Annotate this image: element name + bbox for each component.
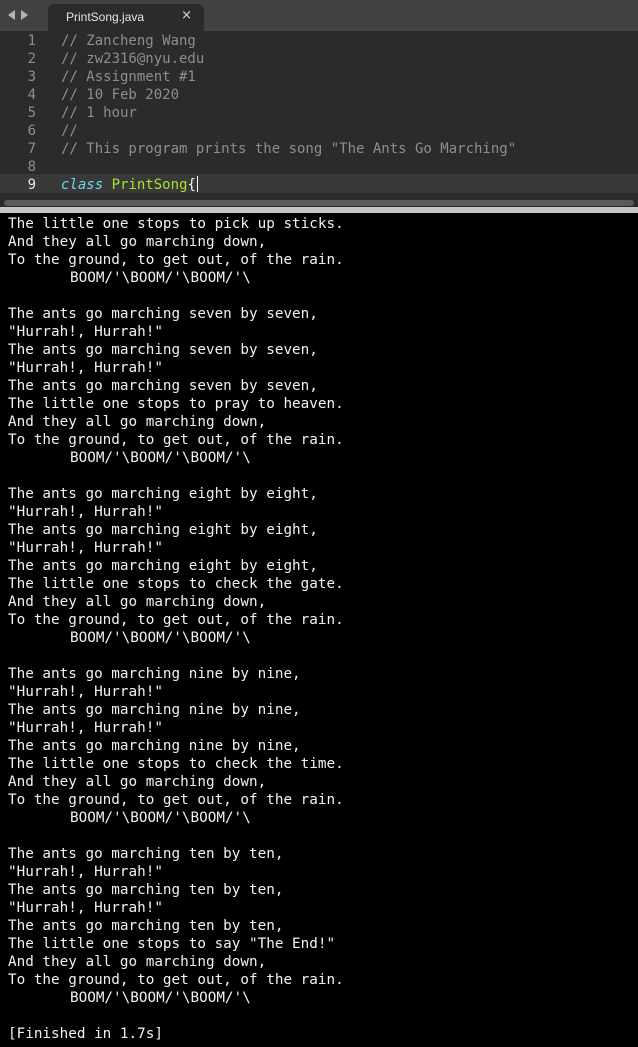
sublime-window: PrintSong.java × 1 2 3 4 5 6 7 8 9 // Zancheng W… [0, 0, 638, 1047]
code-line: // Zancheng Wang [61, 33, 196, 49]
output-line: To the ground, to get out, of the rain. [8, 252, 344, 268]
output-line: The ants go marching nine by nine, [8, 666, 301, 682]
scrollbar-thumb[interactable] [4, 200, 634, 206]
output-line: The ants go marching nine by nine, [8, 702, 301, 718]
output-line: The little one stops to pray to heaven. [8, 396, 344, 412]
line-number: 4 [27, 87, 36, 103]
triangle-left-icon[interactable] [8, 10, 15, 20]
output-line: "Hurrah!, Hurrah!" [8, 720, 163, 736]
output-line: The ants go marching eight by eight, [8, 522, 318, 538]
code-editor[interactable]: 1 2 3 4 5 6 7 8 9 // Zancheng Wang // zw2316@nyu.… [0, 31, 638, 199]
text-cursor [196, 176, 198, 192]
horizontal-scrollbar[interactable] [0, 199, 638, 207]
output-line: The little one stops to check the time. [8, 756, 344, 772]
output-line: And they all go marching down, [8, 594, 267, 610]
line-number: 2 [27, 51, 36, 67]
output-line: "Hurrah!, Hurrah!" [8, 864, 163, 880]
class-name: PrintSong [111, 177, 188, 193]
output-line: "Hurrah!, Hurrah!" [8, 900, 163, 916]
output-line: And they all go marching down, [8, 234, 267, 250]
output-line: To the ground, to get out, of the rain. [8, 972, 344, 988]
code-line: // zw2316@nyu.edu [61, 51, 205, 67]
tab-title: PrintSong.java [66, 10, 145, 24]
line-number: 5 [27, 105, 36, 121]
code-line: // This program prints the song "The Ant… [61, 141, 517, 157]
output-line: "Hurrah!, Hurrah!" [8, 540, 163, 556]
output-line: BOOM/'\BOOM/'\BOOM/'\ [70, 810, 251, 826]
output-line: "Hurrah!, Hurrah!" [8, 684, 163, 700]
line-number: 8 [27, 159, 36, 175]
close-icon[interactable]: × [181, 8, 192, 23]
output-line: The ants go marching ten by ten, [8, 918, 284, 934]
build-output-text: The ants go marching six by six,The litt… [8, 213, 344, 1043]
code-line: // 1 hour [61, 105, 137, 121]
output-line: To the ground, to get out, of the rain. [8, 612, 344, 628]
output-line: The ants go marching ten by ten, [8, 882, 284, 898]
output-line: The little one stops to pick up sticks. [8, 216, 344, 232]
line-number: 7 [27, 141, 36, 157]
output-line: To the ground, to get out, of the rain. [8, 432, 344, 448]
code-line: // 10 Feb 2020 [61, 87, 180, 103]
tab-printsong[interactable]: PrintSong.java × [48, 4, 204, 31]
line-number: 3 [27, 69, 36, 85]
output-line: "Hurrah!, Hurrah!" [8, 504, 163, 520]
output-line: And they all go marching down, [8, 414, 267, 430]
output-line: And they all go marching down, [8, 774, 267, 790]
output-line: BOOM/'\BOOM/'\BOOM/'\ [70, 630, 251, 646]
output-line: BOOM/'\BOOM/'\BOOM/'\ [70, 270, 251, 286]
output-line: The ants go marching seven by seven, [8, 306, 318, 322]
line-number: 1 [27, 33, 36, 49]
code-line: class PrintSong{ [61, 176, 198, 194]
output-line: The little one stops to check the gate. [8, 576, 344, 592]
keyword-class: class [61, 177, 104, 193]
build-status: [Finished in 1.7s] [8, 1026, 163, 1042]
code-line: // Assignment #1 [61, 69, 196, 85]
code-line: // [61, 123, 78, 139]
output-line: The little one stops to say "The End!" [8, 936, 336, 952]
output-line: The ants go marching seven by seven, [8, 378, 318, 394]
output-line: And they all go marching down, [8, 954, 267, 970]
output-line: The ants go marching ten by ten, [8, 846, 284, 862]
output-line: BOOM/'\BOOM/'\BOOM/'\ [70, 450, 251, 466]
output-line: "Hurrah!, Hurrah!" [8, 360, 163, 376]
tab-navigation [8, 8, 28, 22]
line-number: 6 [27, 123, 36, 139]
output-line: "Hurrah!, Hurrah!" [8, 324, 163, 340]
open-brace: { [187, 177, 196, 193]
output-line: The ants go marching eight by eight, [8, 486, 318, 502]
output-line: The ants go marching eight by eight, [8, 558, 318, 574]
output-line: The ants go marching nine by nine, [8, 738, 301, 754]
build-output-panel: The ants go marching six by six,The litt… [0, 213, 638, 1047]
triangle-right-icon[interactable] [21, 10, 28, 20]
line-number: 9 [27, 177, 36, 193]
tab-bar: PrintSong.java × [0, 0, 638, 31]
output-line: To the ground, to get out, of the rain. [8, 792, 344, 808]
output-line: The ants go marching seven by seven, [8, 342, 318, 358]
output-line: BOOM/'\BOOM/'\BOOM/'\ [70, 990, 251, 1006]
